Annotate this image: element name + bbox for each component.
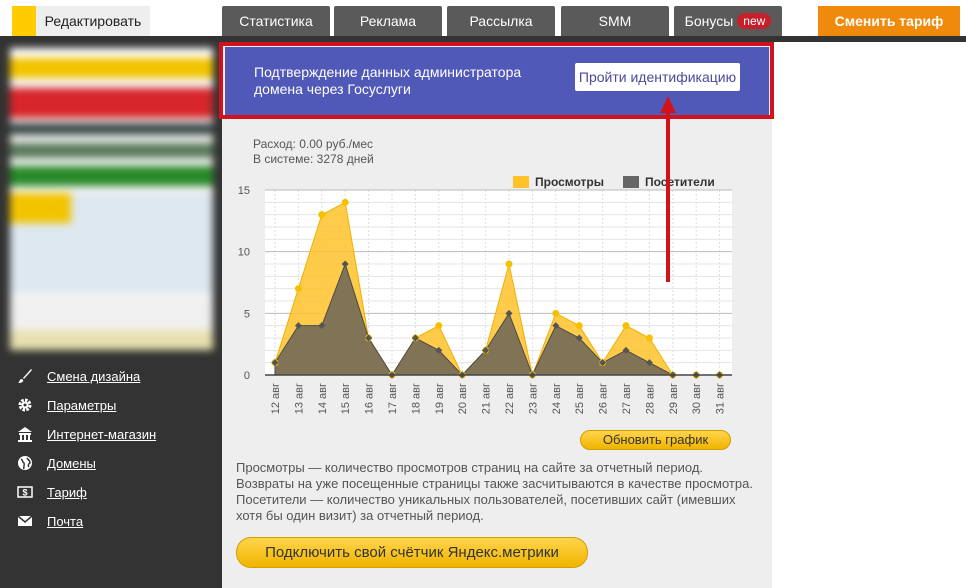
sidebar-item-domains[interactable]: Домены — [16, 449, 156, 478]
right-strip — [772, 42, 966, 588]
tab-ads[interactable]: Реклама — [334, 6, 442, 36]
point-views — [294, 285, 302, 293]
connect-metrika-button[interactable]: Подключить свой счётчик Яндекс.метрики — [236, 537, 588, 568]
dollar-icon: $ — [16, 484, 34, 502]
x-tick-label: 16 авг — [364, 383, 376, 414]
x-tick-label: 12 авг — [270, 383, 282, 414]
x-tick-label: 22 авг — [504, 383, 516, 414]
x-tick-label: 24 авг — [551, 383, 563, 414]
sidebar-item-settings[interactable]: Параметры — [16, 391, 156, 420]
tab-smm[interactable]: SMM — [561, 6, 669, 36]
edit-tab-marker — [12, 6, 36, 36]
sidebar-item-label: Домены — [47, 456, 96, 471]
y-tick-label: 15 — [238, 185, 250, 197]
sidebar-item-label: Интернет-магазин — [47, 427, 157, 442]
x-tick-label: 18 авг — [410, 383, 422, 414]
point-views — [341, 198, 349, 206]
point-views — [622, 322, 630, 330]
brush-icon — [16, 368, 34, 386]
update-chart-button[interactable]: Обновить график — [580, 430, 731, 450]
y-tick-label: 0 — [244, 370, 250, 382]
x-tick-label: 30 авг — [691, 383, 703, 414]
tab-bonuses-label: Бонусы — [684, 13, 734, 29]
point-views — [575, 322, 583, 330]
gear-icon — [16, 397, 34, 415]
sidebar-item-design[interactable]: Смена дизайна — [16, 362, 156, 391]
change-tariff-button[interactable]: Сменить тариф — [818, 6, 960, 36]
x-tick-label: 26 авг — [598, 383, 610, 414]
tab-bonuses[interactable]: Бонусы new — [674, 6, 782, 36]
x-tick-label: 25 авг — [574, 383, 586, 414]
svg-text:$: $ — [22, 487, 27, 497]
gosuslugi-banner-text: Подтверждение данных администратора доме… — [254, 64, 522, 97]
sidebar-item-label: Почта — [47, 514, 84, 529]
account-info: Расход: 0.00 руб./мес В системе: 3278 дн… — [253, 137, 374, 167]
y-tick-label: 5 — [244, 308, 250, 320]
x-tick-label: 27 авг — [621, 383, 633, 414]
shop-icon — [16, 426, 34, 444]
y-tick-label: 10 — [238, 247, 250, 259]
sidebar-item-label: Тариф — [47, 485, 87, 500]
point-views — [318, 211, 326, 219]
tab-mailing[interactable]: Рассылка — [447, 6, 555, 36]
traffic-chart: 0 5 10 15 12 авг 13 авг 14 авг 15 авг 16 авг 17 а… — [238, 185, 732, 414]
site-thumbnail[interactable] — [10, 48, 213, 350]
top-bar: Редактировать Статистика Реклама Рассылк… — [0, 0, 966, 42]
identification-button[interactable]: Пройти идентификацию — [575, 63, 740, 91]
x-tick-label: 14 авг — [317, 383, 329, 414]
chart-description: Просмотры — количество просмотров страни… — [236, 460, 753, 523]
point-views — [645, 334, 653, 342]
sidebar-item-mail[interactable]: Почта — [16, 507, 156, 536]
x-tick-label: 17 авг — [387, 383, 399, 414]
x-tick-label: 19 авг — [434, 383, 446, 414]
point-views — [552, 309, 560, 317]
x-tick-label: 31 авг — [715, 383, 727, 414]
point-views — [505, 260, 513, 268]
sidebar-item-label: Смена дизайна — [47, 369, 141, 384]
x-tick-label: 15 авг — [340, 383, 352, 414]
new-badge: new — [737, 13, 772, 30]
point-views — [435, 322, 443, 330]
sidebar-item-shop[interactable]: Интернет-магазин — [16, 420, 156, 449]
x-tick-label: 23 авг — [527, 383, 539, 414]
x-tick-label: 29 авг — [668, 383, 680, 414]
x-tick-label: 13 авг — [293, 383, 305, 414]
sidebar-menu: Смена дизайна Параметры Интернет-магазин… — [16, 362, 156, 536]
days-text: В системе: 3278 дней — [253, 152, 374, 166]
x-tick-label: 20 авг — [457, 383, 469, 414]
x-tick-label: 21 авг — [481, 383, 493, 414]
tab-edit[interactable]: Редактировать — [36, 6, 150, 36]
tab-statistics[interactable]: Статистика — [222, 6, 330, 36]
mail-icon — [16, 513, 34, 531]
sidebar-item-label: Параметры — [47, 398, 117, 413]
globe-icon — [16, 455, 34, 473]
x-tick-label: 28 авг — [644, 383, 656, 414]
sidebar-item-tariff[interactable]: $ Тариф — [16, 478, 156, 507]
expense-text: Расход: 0.00 руб./мес — [253, 137, 374, 151]
